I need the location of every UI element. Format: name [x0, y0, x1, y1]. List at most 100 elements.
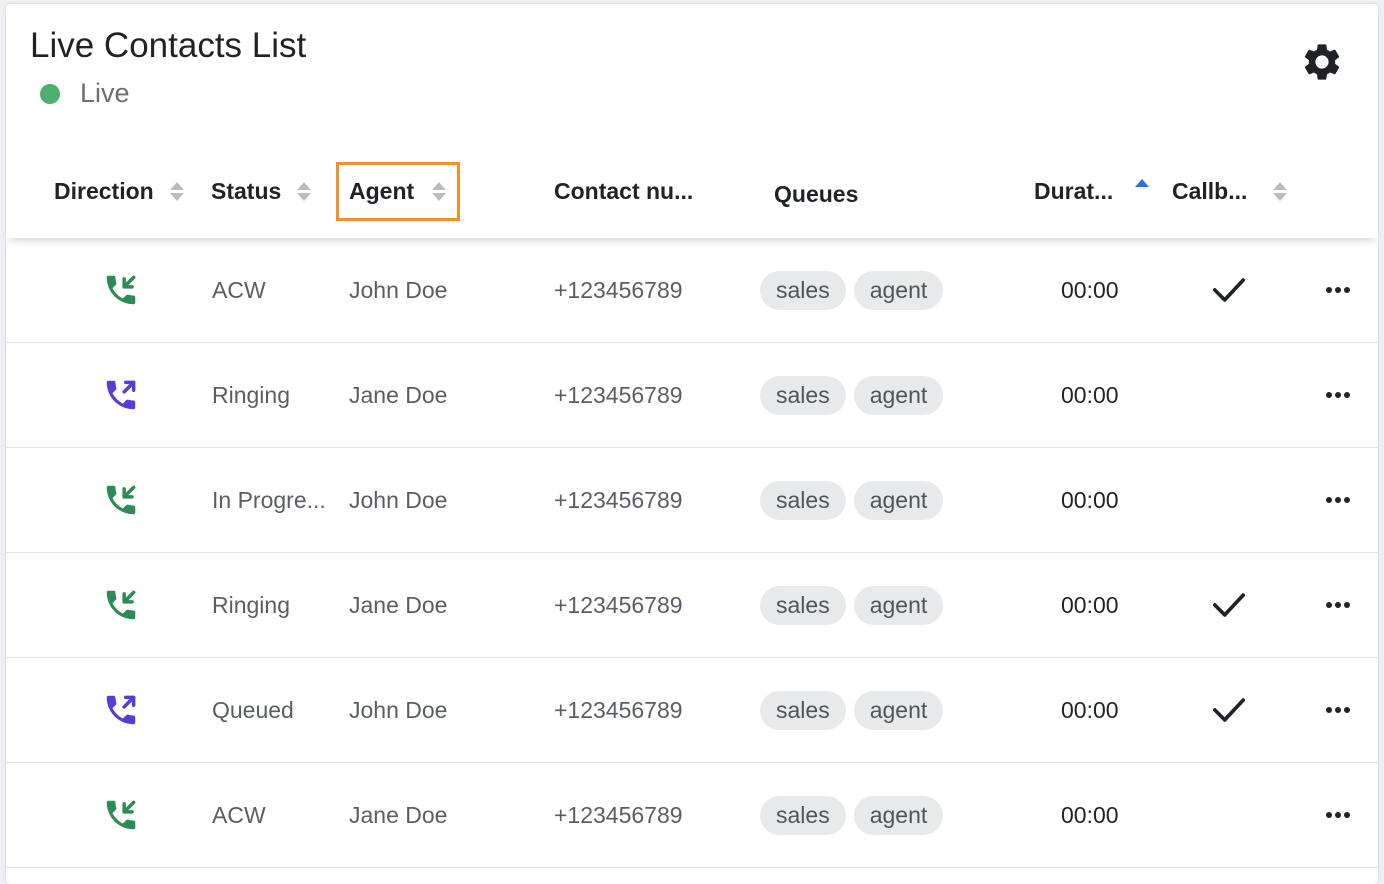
duration-text: 00:00: [1061, 381, 1119, 408]
checkmark-icon: [1212, 593, 1246, 617]
queue-chip: agent: [853, 690, 944, 730]
column-label: Queues: [774, 180, 859, 207]
table-header: Direction Status Agent Contact nu... Que…: [6, 144, 1378, 238]
contact-number: +123456789: [554, 276, 683, 303]
table-row[interactable]: In Progre... John Doe +123456789 sales ag…: [6, 448, 1378, 553]
queues-cell: sales agent: [760, 553, 951, 657]
sort-icon[interactable]: [169, 181, 184, 201]
agent-name: Jane Doe: [349, 381, 448, 408]
contact-number-cell: +123456789: [554, 553, 683, 657]
queue-chip: sales: [760, 270, 846, 310]
column-label: Direction: [54, 177, 154, 204]
contact-number-cell: +123456789: [554, 448, 683, 552]
queues-cell: sales agent: [760, 763, 951, 867]
live-status-dot: [40, 83, 60, 104]
contact-number: +123456789: [554, 696, 683, 723]
column-label: Status: [211, 177, 282, 204]
status-cell: Ringing: [212, 553, 290, 657]
column-header-direction[interactable]: Direction: [54, 144, 184, 238]
contact-number: +123456789: [554, 486, 683, 513]
queue-chip: sales: [760, 795, 846, 835]
status-cell: ACW: [212, 238, 266, 342]
contact-number: +123456789: [554, 591, 683, 618]
agent-cell: Jane Doe: [349, 553, 447, 657]
agent-cell: John Doe: [349, 238, 447, 342]
queue-chip: sales: [760, 585, 846, 625]
duration-cell: 00:00: [1061, 553, 1119, 657]
phone-incoming-icon: [106, 275, 136, 305]
column-header-callback[interactable]: Callb...: [1172, 144, 1288, 238]
column-header-status[interactable]: Status: [211, 144, 312, 238]
queue-chip: agent: [853, 270, 944, 310]
checkmark-icon: [1212, 278, 1246, 302]
phone-outgoing-icon: [106, 695, 136, 725]
contact-number: +123456789: [554, 801, 683, 828]
more-actions-icon[interactable]: [1326, 763, 1353, 867]
gear-icon[interactable]: [1300, 40, 1344, 84]
sort-icon[interactable]: [432, 181, 447, 201]
table-row[interactable]: Ringing Jane Doe +123456789 sales agent 0…: [6, 343, 1378, 448]
column-header-duration[interactable]: Durat...: [1034, 144, 1150, 238]
status-text: ACW: [212, 276, 266, 303]
callback-cell: [1212, 238, 1246, 342]
column-label: Agent: [349, 177, 415, 204]
more-actions-icon[interactable]: [1326, 553, 1353, 657]
status-cell: ACW: [212, 763, 266, 867]
duration-cell: 00:00: [1061, 343, 1119, 447]
more-actions-icon[interactable]: [1326, 238, 1353, 342]
agent-name: Jane Doe: [349, 801, 448, 828]
live-status-label: Live: [80, 78, 130, 108]
contact-number: +123456789: [554, 381, 683, 408]
sort-icon[interactable]: [1273, 181, 1288, 201]
direction-cell: [102, 238, 140, 342]
more-actions-icon[interactable]: [1326, 658, 1353, 762]
table-row[interactable]: Queued John Doe +123456789 sales agent 00…: [6, 658, 1378, 763]
queue-chip: agent: [853, 585, 944, 625]
direction-cell: [102, 448, 140, 552]
column-header-contact-number[interactable]: Contact nu...: [554, 144, 693, 238]
queues-cell: sales agent: [760, 658, 951, 762]
duration-text: 00:00: [1061, 801, 1119, 828]
callback-cell: [1212, 658, 1246, 762]
duration-cell: 00:00: [1061, 763, 1119, 867]
contact-number-cell: +123456789: [554, 763, 683, 867]
status-cell: Ringing: [212, 343, 290, 447]
status-cell: Queued: [212, 658, 294, 762]
column-header-queues[interactable]: Queues: [774, 147, 858, 241]
agent-cell: Jane Doe: [349, 343, 447, 447]
queue-chip: sales: [760, 690, 846, 730]
sort-icon[interactable]: [297, 181, 312, 201]
phone-outgoing-icon: [106, 380, 136, 410]
callback-cell: [1212, 553, 1246, 657]
queue-chip: agent: [853, 375, 944, 415]
direction-cell: [102, 763, 140, 867]
phone-incoming-icon: [106, 590, 136, 620]
duration-text: 00:00: [1061, 591, 1119, 618]
duration-text: 00:00: [1061, 276, 1119, 303]
column-label: Contact nu...: [554, 177, 694, 204]
sort-ascending-icon[interactable]: [1135, 178, 1150, 190]
table-row[interactable]: ACW Jane Doe +123456789 sales agent 00:00: [6, 763, 1378, 868]
column-header-agent[interactable]: Agent: [349, 144, 447, 238]
agent-name: John Doe: [349, 276, 448, 303]
status-text: Queued: [212, 696, 294, 723]
duration-cell: 00:00: [1061, 448, 1119, 552]
queue-chip: agent: [853, 480, 944, 520]
status-text: In Progre...: [212, 486, 326, 513]
phone-incoming-icon: [106, 800, 136, 830]
live-indicator: Live: [40, 78, 130, 109]
status-text: ACW: [212, 801, 266, 828]
more-actions-icon[interactable]: [1326, 448, 1353, 552]
status-text: Ringing: [212, 591, 290, 618]
more-actions-icon[interactable]: [1326, 343, 1353, 447]
contact-number-cell: +123456789: [554, 343, 683, 447]
table-row[interactable]: Ringing Jane Doe +123456789 sales agent 0…: [6, 553, 1378, 658]
checkmark-icon: [1212, 698, 1246, 722]
agent-cell: John Doe: [349, 448, 447, 552]
table-row[interactable]: ACW John Doe +123456789 sales agent 00:00: [6, 238, 1378, 343]
agent-name: John Doe: [349, 696, 448, 723]
agent-name: John Doe: [349, 486, 448, 513]
queues-cell: sales agent: [760, 238, 951, 342]
status-text: Ringing: [212, 381, 290, 408]
agent-name: Jane Doe: [349, 591, 448, 618]
